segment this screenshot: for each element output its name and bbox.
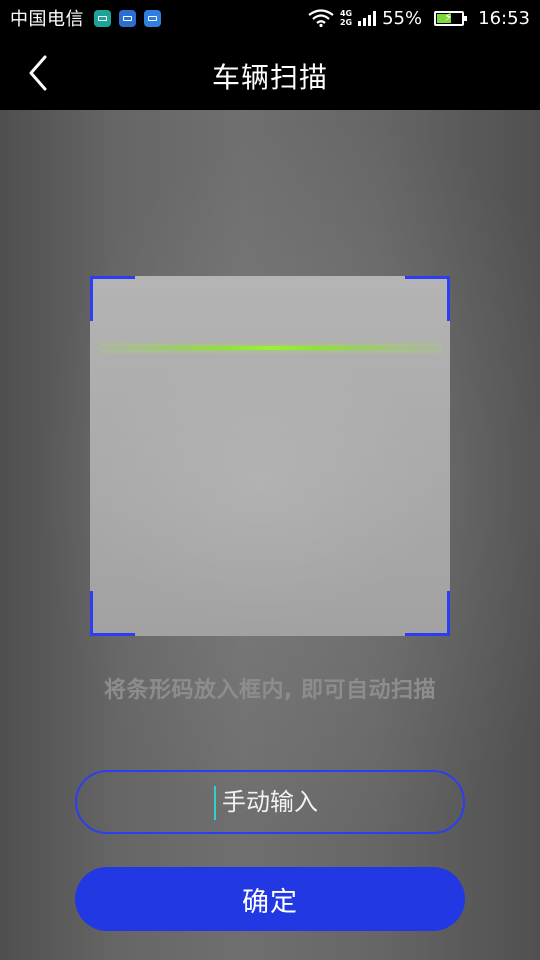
scan-corner-bottom-right xyxy=(405,591,450,636)
status-indicators: 4G 2G 55% ⚡ 16:53 xyxy=(308,8,530,29)
battery-icon: ⚡ xyxy=(434,10,468,26)
notification-icons xyxy=(94,9,161,27)
wifi-icon xyxy=(308,9,334,27)
network-type-bottom: 2G xyxy=(339,18,353,27)
title-bar: 车辆扫描 xyxy=(0,36,540,110)
confirm-button[interactable]: 确定 xyxy=(75,867,465,931)
scan-line xyxy=(100,346,440,350)
scan-hint: 将条形码放入框内, 即可自动扫描 xyxy=(103,678,437,703)
signal-icon xyxy=(358,10,377,26)
scan-screen: 中国电信 4G 2G 55% ⚡ 16:53 车辆扫描 将条形码放入框内, 即可… xyxy=(0,0,540,960)
carrier-name: 中国电信 xyxy=(10,9,84,30)
gallery-icon xyxy=(144,9,161,27)
scan-corner-bottom-left xyxy=(90,591,135,636)
app-icon-blue xyxy=(119,9,136,27)
scan-area xyxy=(90,276,450,636)
text-cursor xyxy=(214,786,216,820)
scan-corner-top-left xyxy=(90,276,135,321)
manual-input-field[interactable] xyxy=(75,770,465,834)
network-type-top: 4G xyxy=(339,9,353,18)
scan-corner-top-right xyxy=(405,276,450,321)
battery-percent: 55% xyxy=(382,7,423,29)
network-type: 4G 2G xyxy=(340,9,352,27)
status-bar: 中国电信 4G 2G 55% ⚡ 16:53 xyxy=(0,0,540,36)
app-icon-teal xyxy=(94,9,111,27)
clock: 16:53 xyxy=(478,7,530,29)
page-title: 车辆扫描 xyxy=(211,61,328,94)
